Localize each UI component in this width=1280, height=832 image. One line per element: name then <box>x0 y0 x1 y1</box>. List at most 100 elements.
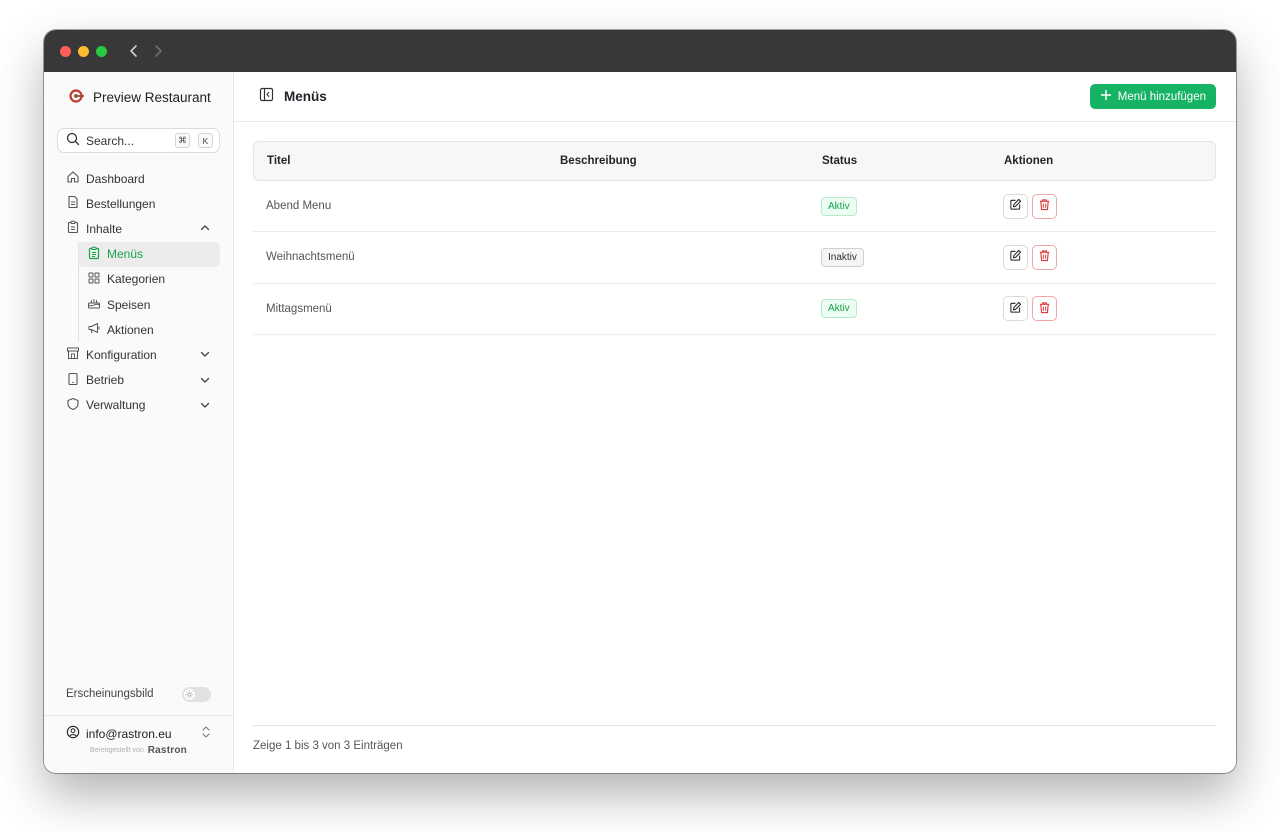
edit-icon <box>1009 198 1022 214</box>
sidebar-item-label: Menüs <box>107 247 144 262</box>
sidebar-nav: Dashboard Bestellungen Inhalte Menüs Kat… <box>44 166 233 418</box>
sidebar-item-label: Dashboard <box>86 171 145 186</box>
edit-button[interactable] <box>1003 296 1028 322</box>
account-email: info@rastron.eu <box>86 726 172 741</box>
powered-by: Bereitgestellt von Rastron <box>44 745 233 756</box>
column-header-description[interactable]: Beschreibung <box>560 155 822 167</box>
sidebar-item-konfiguration[interactable]: Konfiguration <box>44 342 233 367</box>
minimize-window-button[interactable] <box>78 45 89 57</box>
sidebar-item-label: Speisen <box>107 297 151 312</box>
sidebar-item-label: Verwaltung <box>86 398 146 413</box>
sidebar-item-verwaltung[interactable]: Verwaltung <box>44 393 233 418</box>
sidebar-item-kategorien[interactable]: Kategorien <box>78 267 220 292</box>
trash-icon <box>1038 249 1051 265</box>
table-header: Titel Beschreibung Status Aktionen <box>253 141 1216 181</box>
table-row[interactable]: Mittagsmenü Aktiv <box>253 284 1216 335</box>
close-window-button[interactable] <box>60 45 71 57</box>
store-icon <box>66 346 80 363</box>
inhalte-submenu: Menüs Kategorien Speisen Aktionen <box>78 241 233 343</box>
theme-toggle[interactable] <box>182 686 211 702</box>
appearance-setting: Erscheinungsbild <box>44 682 233 706</box>
search-label: Search... <box>86 133 135 148</box>
sidebar-item-menues[interactable]: Menüs <box>78 241 220 267</box>
pagination-info: Zeige 1 bis 3 von 3 Einträgen <box>253 725 1216 752</box>
delete-button[interactable] <box>1032 296 1057 322</box>
column-header-title[interactable]: Titel <box>254 155 560 167</box>
page-header: Menüs Menü hinzufügen <box>234 72 1236 122</box>
file-icon <box>66 195 80 212</box>
chevron-down-icon <box>199 374 211 389</box>
plus-icon <box>1100 89 1112 104</box>
powered-by-text: Bereitgestellt von <box>90 747 144 754</box>
chevron-down-icon <box>199 399 211 414</box>
sidebar: Preview Restaurant Search... ⌘ K Dashboa… <box>44 72 234 773</box>
column-header-status[interactable]: Status <box>822 155 1004 167</box>
sun-icon <box>184 688 195 700</box>
sidebar-toggle-icon[interactable] <box>259 87 274 107</box>
status-badge: Aktiv <box>821 196 857 216</box>
delete-button[interactable] <box>1032 244 1057 270</box>
sidebar-item-bestellungen[interactable]: Bestellungen <box>44 191 233 216</box>
appearance-label: Erscheinungsbild <box>66 688 154 700</box>
sidebar-item-label: Konfiguration <box>86 347 157 362</box>
trash-icon <box>1038 198 1051 214</box>
brand[interactable]: Preview Restaurant <box>44 72 233 122</box>
edit-icon <box>1009 249 1022 265</box>
add-menu-button[interactable]: Menü hinzufügen <box>1089 84 1216 109</box>
menu-table: Titel Beschreibung Status Aktionen Abend… <box>253 141 1216 335</box>
sidebar-item-label: Bestellungen <box>86 196 156 211</box>
status-badge: Aktiv <box>821 299 857 319</box>
cake-icon <box>87 296 101 313</box>
sidebar-item-label: Aktionen <box>107 322 154 337</box>
back-arrow-icon[interactable] <box>129 44 139 58</box>
table-row[interactable]: Weihnachtsmenü Inaktiv <box>253 232 1216 284</box>
sidebar-item-aktionen[interactable]: Aktionen <box>78 317 220 342</box>
add-menu-label: Menü hinzufügen <box>1117 90 1206 103</box>
chevrons-up-down-icon <box>201 725 211 742</box>
app-window: Preview Restaurant Search... ⌘ K Dashboa… <box>44 30 1236 773</box>
search-input[interactable]: Search... ⌘ K <box>57 128 220 153</box>
zoom-window-button[interactable] <box>96 45 107 57</box>
user-circle-icon <box>66 725 80 742</box>
sidebar-item-label: Kategorien <box>107 272 166 287</box>
sidebar-footer: info@rastron.eu Bereitgestellt von Rastr… <box>44 715 233 756</box>
clipboard-list-icon <box>87 246 101 263</box>
trash-icon <box>1038 301 1051 317</box>
tablet-icon <box>66 372 80 389</box>
title-bar <box>44 30 1236 72</box>
sidebar-item-speisen[interactable]: Speisen <box>78 292 220 317</box>
status-badge: Inaktiv <box>821 247 864 267</box>
column-header-actions: Aktionen <box>1004 155 1054 167</box>
sidebar-item-inhalte[interactable]: Inhalte <box>44 216 233 241</box>
clipboard-icon <box>66 220 80 237</box>
chevron-down-icon <box>199 348 211 363</box>
history-navigation <box>129 44 163 58</box>
megaphone-icon <box>87 321 101 338</box>
forward-arrow-icon[interactable] <box>153 44 163 58</box>
menu-title: Abend Menu <box>266 200 332 213</box>
brand-name: Preview Restaurant <box>93 89 211 105</box>
grid-icon <box>87 271 101 288</box>
restaurant-logo-icon <box>69 88 85 107</box>
sidebar-item-betrieb[interactable]: Betrieb <box>44 368 233 393</box>
traffic-lights <box>60 45 107 57</box>
sidebar-item-dashboard[interactable]: Dashboard <box>44 166 233 191</box>
menu-title: Weihnachtsmenü <box>266 251 355 264</box>
chevron-up-icon <box>199 222 211 237</box>
sidebar-item-label: Betrieb <box>86 373 125 388</box>
shortcut-letter-key: K <box>198 133 213 148</box>
main-content: Menüs Menü hinzufügen Titel Beschreibung… <box>234 72 1236 773</box>
home-icon <box>66 170 80 187</box>
shortcut-mod-key: ⌘ <box>175 133 190 148</box>
table-row[interactable]: Abend Menu Aktiv <box>253 181 1216 233</box>
edit-button[interactable] <box>1003 244 1028 270</box>
shield-icon <box>66 397 80 414</box>
search-icon <box>66 132 80 149</box>
edit-icon <box>1009 301 1022 317</box>
rastron-logo[interactable]: Rastron <box>148 745 187 756</box>
page-title: Menüs <box>284 89 327 104</box>
edit-button[interactable] <box>1003 193 1028 219</box>
sidebar-item-label: Inhalte <box>86 221 123 236</box>
delete-button[interactable] <box>1032 193 1057 219</box>
menu-title: Mittagsmenü <box>266 302 332 315</box>
